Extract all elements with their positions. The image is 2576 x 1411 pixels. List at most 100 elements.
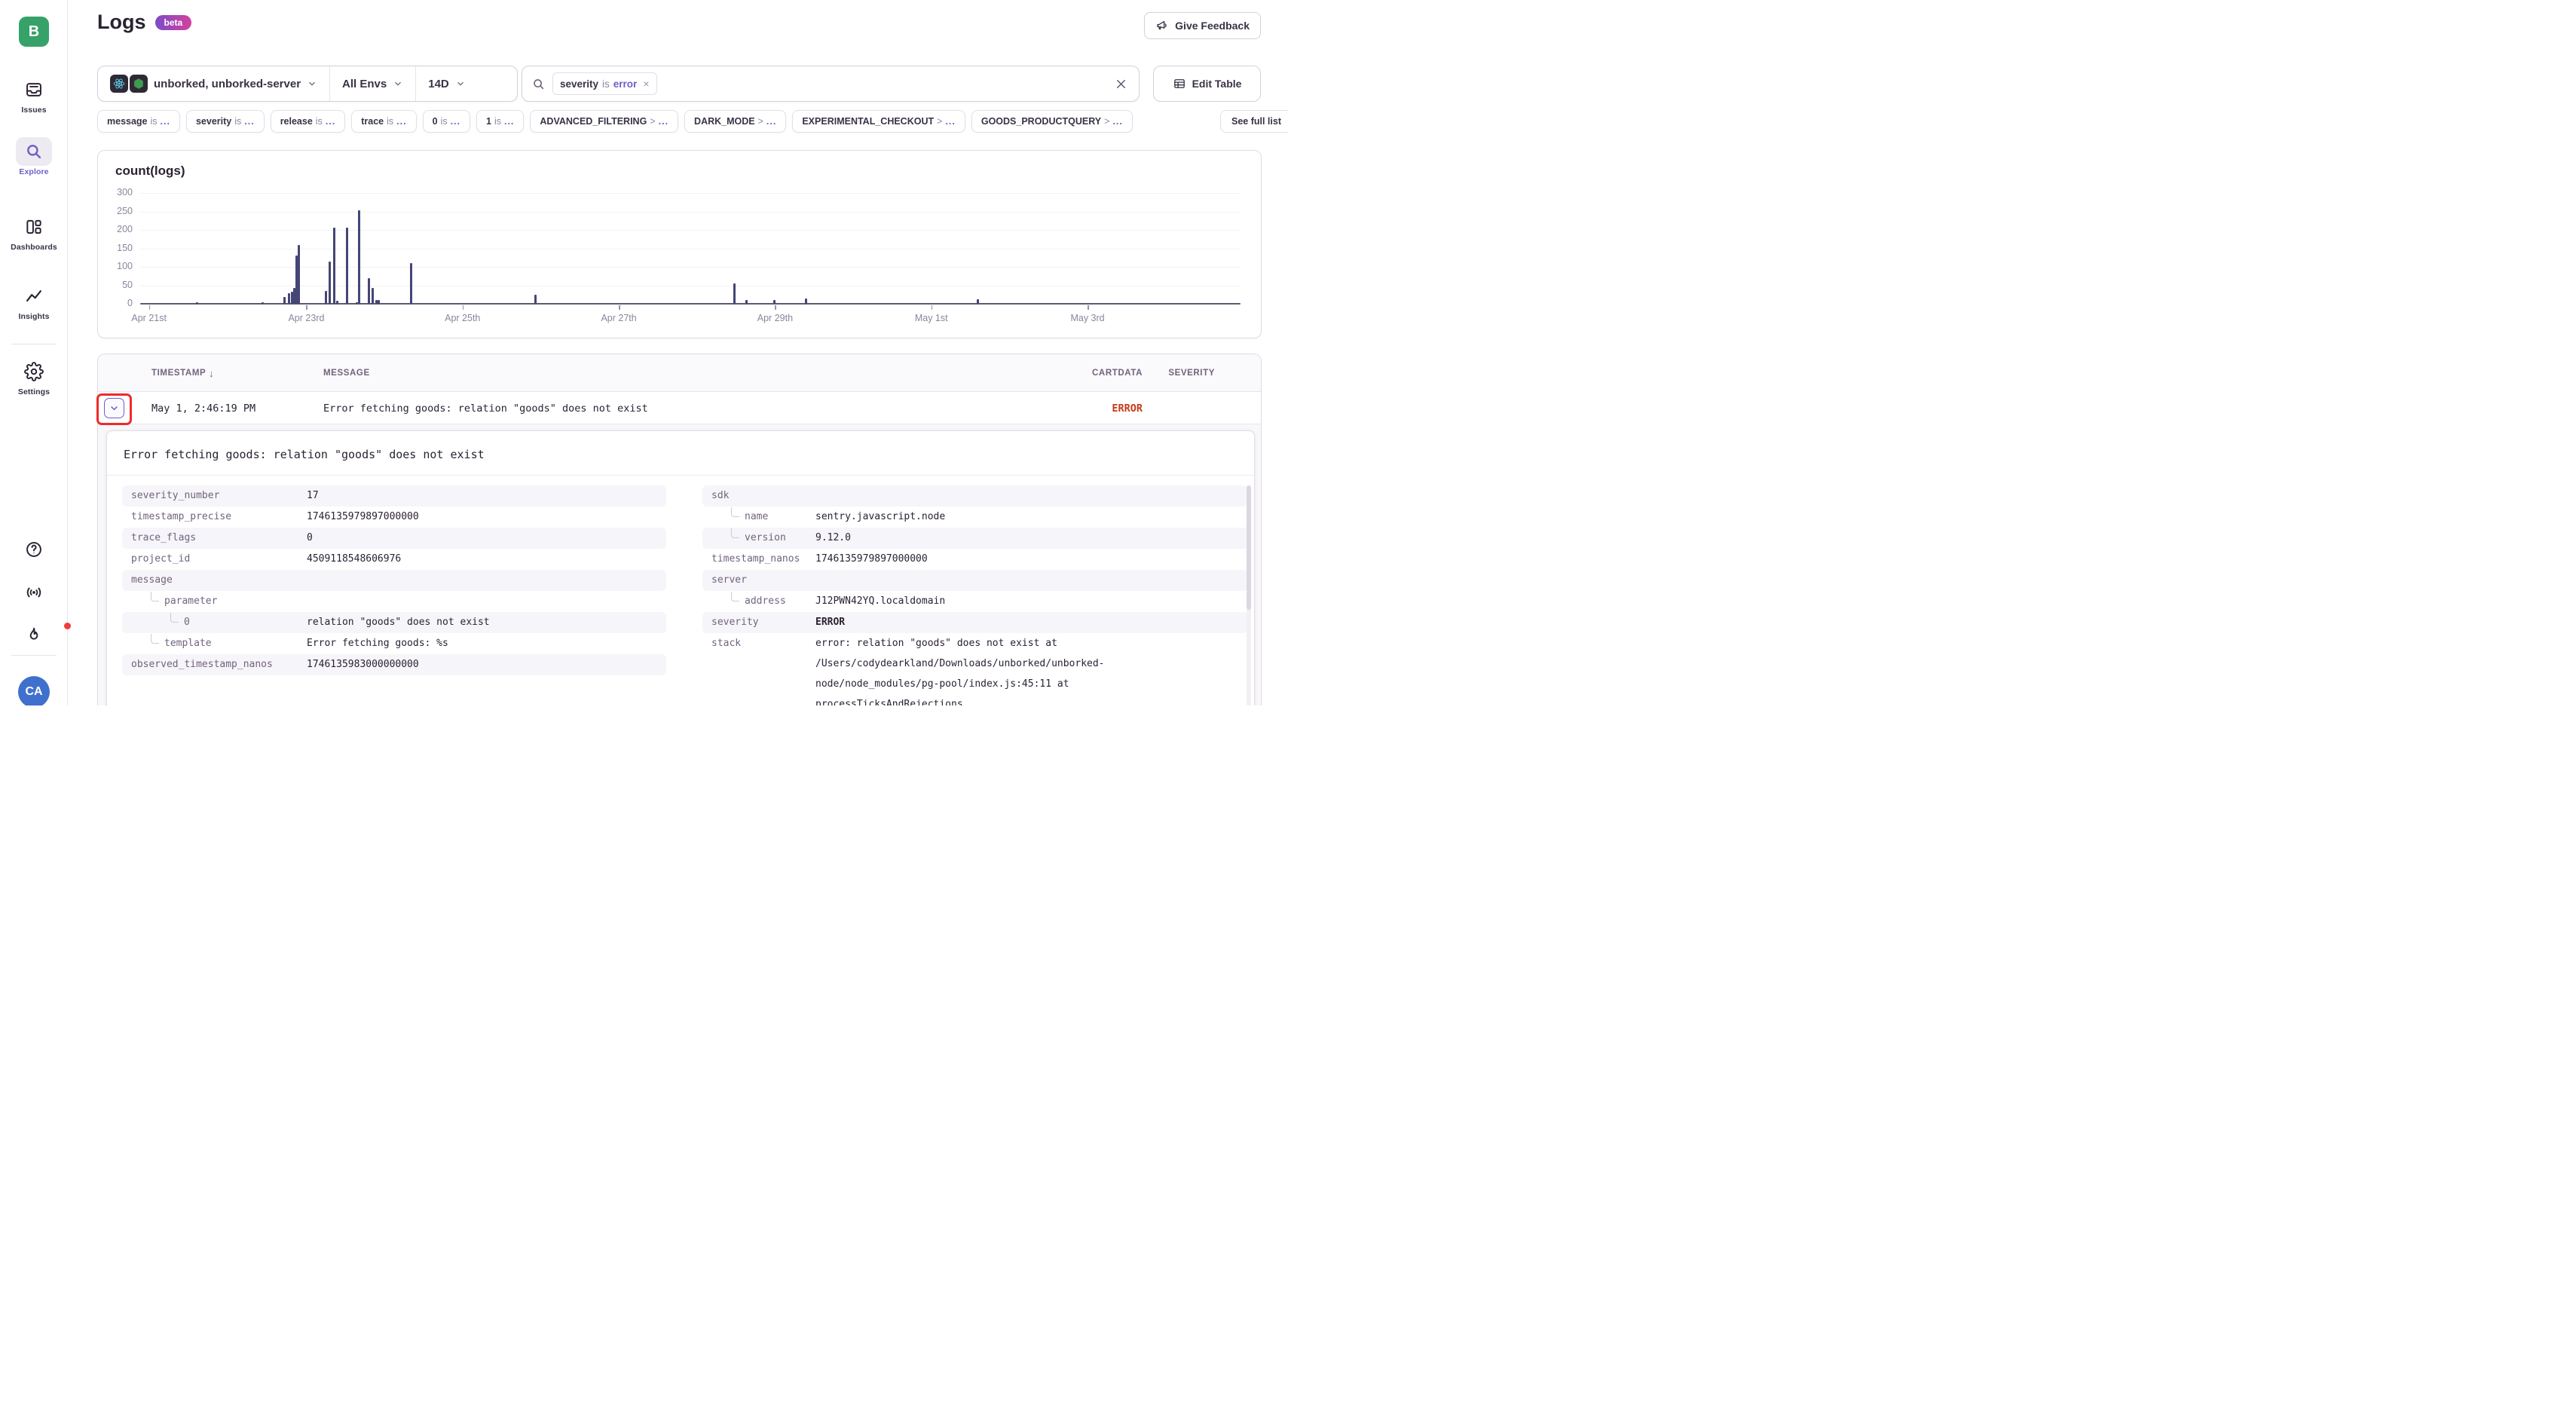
detail-value: 17 xyxy=(307,485,319,506)
help-icon xyxy=(24,540,44,563)
column-header-message[interactable]: MESSAGE xyxy=(323,354,370,392)
y-axis-tick-label: 150 xyxy=(102,243,133,253)
filter-chip-trace[interactable]: traceis... xyxy=(351,110,416,133)
token-operator: is xyxy=(602,78,610,90)
chart-bar xyxy=(372,288,374,304)
gear-icon xyxy=(16,357,52,386)
sidebar-item-dashboards[interactable]: Dashboards xyxy=(0,213,68,252)
chart-bar xyxy=(358,210,360,304)
sidebar-item-settings[interactable]: Settings xyxy=(0,357,68,396)
edit-table-label: Edit Table xyxy=(1192,78,1242,90)
project-icons xyxy=(110,75,148,93)
y-axis-tick-label: 100 xyxy=(102,261,133,271)
detail-attributes-right: sdknamesentry.javascript.nodeversion9.12… xyxy=(702,485,1248,706)
chart-bar xyxy=(325,291,327,304)
sidebar-item-insights[interactable]: Insights xyxy=(0,282,68,321)
sidebar-item-label: Insights xyxy=(0,312,68,321)
chip-ellipsis: ... xyxy=(766,116,776,127)
chart-gridline xyxy=(140,267,1241,268)
filter-chip-severity[interactable]: severityis... xyxy=(186,110,265,133)
user-avatar[interactable]: CA xyxy=(18,676,50,706)
tree-connector xyxy=(151,634,159,644)
expand-row-button[interactable] xyxy=(104,398,124,418)
detail-row-sdk: sdk xyxy=(702,485,1248,507)
dashboards-icon xyxy=(16,213,52,241)
chart-bar xyxy=(288,293,290,304)
edit-table-button[interactable]: Edit Table xyxy=(1153,66,1261,102)
chip-operator: > xyxy=(650,116,655,127)
chevron-down-icon xyxy=(109,402,120,414)
clear-search-button[interactable] xyxy=(1114,77,1128,91)
column-header-timestamp[interactable]: TIMESTAMP ↓ xyxy=(151,354,214,392)
date-range-selector[interactable]: 14D xyxy=(415,66,478,101)
tree-connector xyxy=(731,528,739,538)
detail-row-project_id: project_id4509118548606976 xyxy=(122,549,666,570)
column-header-cartdata[interactable]: CARTDATA xyxy=(1092,354,1143,392)
filter-chip-0[interactable]: 0is... xyxy=(423,110,470,133)
search-input[interactable]: severity is error × xyxy=(522,66,1140,102)
project-selector[interactable]: unborked, unborked-server xyxy=(98,66,329,101)
whats-new-button[interactable] xyxy=(0,626,68,649)
detail-value: error: relation "goods" does not exist a… xyxy=(815,633,1132,706)
filter-chip-advanced_filtering[interactable]: ADVANCED_FILTERING>... xyxy=(530,110,678,133)
x-axis-tick-label: May 3rd xyxy=(1054,313,1121,323)
chart-bar xyxy=(805,298,807,304)
chip-key: trace xyxy=(361,116,384,127)
chip-operator: is xyxy=(316,116,323,127)
sidebar-item-explore[interactable]: Explore xyxy=(0,137,68,176)
help-button[interactable] xyxy=(0,540,68,563)
filter-chip-release[interactable]: releaseis... xyxy=(271,110,346,133)
row-severity: ERROR xyxy=(1112,392,1143,424)
x-axis-tick xyxy=(149,305,151,310)
detail-value: sentry.javascript.node xyxy=(815,507,1132,527)
main-content: Logs beta Give Feedback unborked, un xyxy=(68,0,1288,706)
chart-bar xyxy=(977,299,979,304)
app-root: B Issues Explore Dashboards Insights Setting… xyxy=(0,0,1288,706)
filter-chip-goods_productquery[interactable]: GOODS_PRODUCTQUERY>... xyxy=(971,110,1133,133)
chip-key: severity xyxy=(196,116,231,127)
give-feedback-label: Give Feedback xyxy=(1175,20,1250,32)
org-logo[interactable]: B xyxy=(19,17,49,47)
filter-chip-dark_mode[interactable]: DARK_MODE>... xyxy=(684,110,786,133)
detail-key: stack xyxy=(702,633,815,653)
chip-key: GOODS_PRODUCTQUERY xyxy=(981,116,1101,127)
filter-chip-1[interactable]: 1is... xyxy=(476,110,524,133)
give-feedback-button[interactable]: Give Feedback xyxy=(1144,12,1261,39)
search-token[interactable]: severity is error × xyxy=(552,72,657,95)
y-axis-tick-label: 300 xyxy=(102,187,133,197)
detail-scrollbar-thumb[interactable] xyxy=(1247,485,1251,610)
chart-plot-area xyxy=(140,193,1241,304)
see-full-list-button[interactable]: See full list xyxy=(1220,110,1288,133)
table-icon xyxy=(1173,77,1186,90)
detail-row-trace_flags: trace_flags0 xyxy=(122,528,666,549)
chip-operator: is xyxy=(494,116,501,127)
sidebar-item-issues[interactable]: Issues xyxy=(0,75,68,115)
filter-chips-row: messageis...severityis...releaseis...tra… xyxy=(97,110,1133,133)
chevron-down-icon xyxy=(307,78,317,89)
detail-value: relation "goods" does not exist xyxy=(307,612,490,632)
search-icon xyxy=(531,77,546,91)
detail-key: parameter xyxy=(122,591,307,611)
chart-bar xyxy=(333,228,335,304)
chart-x-axis-line xyxy=(140,303,1241,305)
detail-row-severity: severityERROR xyxy=(702,612,1248,633)
broadcast-button[interactable] xyxy=(0,583,68,606)
detail-row-0: 0relation "goods" does not exist xyxy=(122,612,666,633)
x-axis-tick xyxy=(932,305,933,310)
sidebar-footer-divider xyxy=(11,655,57,656)
detail-value: 1746135979897000000 xyxy=(815,549,1132,569)
project-selector-label: unborked, unborked-server xyxy=(154,78,301,90)
detail-key: address xyxy=(702,591,815,611)
sidebar-item-label: Issues xyxy=(0,106,68,115)
filter-chip-experimental_checkout[interactable]: EXPERIMENTAL_CHECKOUT>... xyxy=(792,110,965,133)
detail-value: 4509118548606976 xyxy=(307,549,401,569)
sidebar-item-label: Settings xyxy=(0,387,68,396)
detail-key: observed_timestamp_nanos xyxy=(122,654,307,675)
filter-chip-message[interactable]: messageis... xyxy=(97,110,180,133)
token-remove-icon[interactable]: × xyxy=(643,78,649,90)
column-header-severity[interactable]: SEVERITY xyxy=(1168,354,1215,392)
environment-selector[interactable]: All Envs xyxy=(329,66,415,101)
chevron-down-icon xyxy=(393,78,403,89)
log-table-row[interactable]: May 1, 2:46:19 PM Error fetching goods: … xyxy=(98,392,1261,424)
page-filter-bar: unborked, unborked-server All Envs 14D xyxy=(97,66,518,102)
